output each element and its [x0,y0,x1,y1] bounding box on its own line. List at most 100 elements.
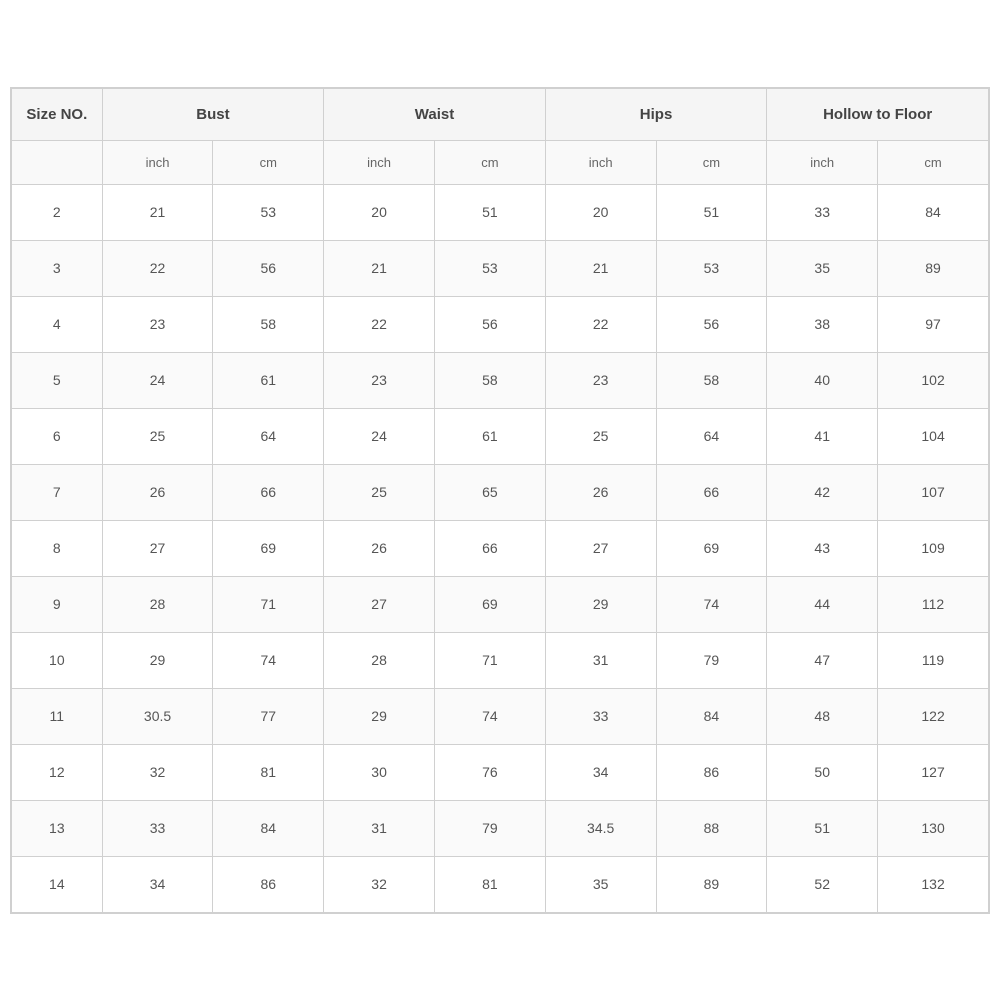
bust-inch-cell: 23 [102,296,213,352]
hips-cm-cell: 66 [656,464,767,520]
table-row: 625642461256441104 [12,408,989,464]
hips-cm-cell: 51 [656,184,767,240]
size-cell: 5 [12,352,103,408]
waist-inch-cell: 29 [324,688,435,744]
htf-cm-cell: 112 [878,576,989,632]
bust-inch-cell: 33 [102,800,213,856]
htf-cm-sub: cm [878,140,989,184]
bust-cm-cell: 71 [213,576,324,632]
size-cell: 10 [12,632,103,688]
hips-cm-cell: 53 [656,240,767,296]
htf-cm-cell: 122 [878,688,989,744]
hips-cm-cell: 74 [656,576,767,632]
waist-cm-cell: 53 [434,240,545,296]
waist-cm-cell: 79 [434,800,545,856]
bust-cm-cell: 69 [213,520,324,576]
main-header-row: Size NO. Bust Waist Hips Hollow to Floor [12,88,989,140]
bust-inch-cell: 27 [102,520,213,576]
size-cell: 9 [12,576,103,632]
htf-cm-cell: 132 [878,856,989,912]
waist-inch-cell: 30 [324,744,435,800]
hips-inch-cell: 27 [545,520,656,576]
waist-inch-cell: 24 [324,408,435,464]
waist-inch-sub: inch [324,140,435,184]
bust-inch-cell: 28 [102,576,213,632]
size-no-header: Size NO. [12,88,103,140]
htf-inch-cell: 48 [767,688,878,744]
waist-inch-cell: 25 [324,464,435,520]
bust-header: Bust [102,88,324,140]
size-cell: 11 [12,688,103,744]
htf-inch-cell: 51 [767,800,878,856]
waist-inch-cell: 26 [324,520,435,576]
hips-cm-sub: cm [656,140,767,184]
bust-inch-cell: 21 [102,184,213,240]
table-row: 1434863281358952132 [12,856,989,912]
bust-cm-cell: 84 [213,800,324,856]
bust-inch-cell: 34 [102,856,213,912]
bust-cm-cell: 58 [213,296,324,352]
htf-cm-cell: 102 [878,352,989,408]
htf-cm-cell: 97 [878,296,989,352]
size-cell: 4 [12,296,103,352]
htf-cm-cell: 107 [878,464,989,520]
hips-cm-cell: 89 [656,856,767,912]
hips-header: Hips [545,88,767,140]
waist-cm-cell: 69 [434,576,545,632]
waist-header: Waist [324,88,546,140]
htf-inch-cell: 35 [767,240,878,296]
htf-cm-cell: 119 [878,632,989,688]
table-row: 524612358235840102 [12,352,989,408]
waist-cm-sub: cm [434,140,545,184]
htf-inch-cell: 40 [767,352,878,408]
waist-cm-cell: 56 [434,296,545,352]
size-cell: 6 [12,408,103,464]
hips-cm-cell: 84 [656,688,767,744]
hips-inch-cell: 33 [545,688,656,744]
hips-cm-cell: 86 [656,744,767,800]
waist-inch-cell: 28 [324,632,435,688]
waist-cm-cell: 51 [434,184,545,240]
htf-cm-cell: 84 [878,184,989,240]
table-row: 1029742871317947119 [12,632,989,688]
table-row: 827692666276943109 [12,520,989,576]
htf-inch-cell: 33 [767,184,878,240]
bust-inch-cell: 22 [102,240,213,296]
table-row: 32256215321533589 [12,240,989,296]
waist-cm-cell: 66 [434,520,545,576]
hips-cm-cell: 79 [656,632,767,688]
size-cell: 12 [12,744,103,800]
bust-inch-sub: inch [102,140,213,184]
bust-inch-cell: 26 [102,464,213,520]
htf-inch-sub: inch [767,140,878,184]
waist-cm-cell: 71 [434,632,545,688]
hips-cm-cell: 58 [656,352,767,408]
hips-inch-cell: 22 [545,296,656,352]
waist-inch-cell: 22 [324,296,435,352]
sub-header-row: inch cm inch cm inch cm inch cm [12,140,989,184]
bust-cm-cell: 77 [213,688,324,744]
htf-cm-cell: 89 [878,240,989,296]
bust-cm-cell: 81 [213,744,324,800]
size-chart-table: Size NO. Bust Waist Hips Hollow to Floor… [11,88,989,913]
table-row: 1130.5772974338448122 [12,688,989,744]
waist-cm-cell: 58 [434,352,545,408]
size-cell: 8 [12,520,103,576]
bust-cm-cell: 53 [213,184,324,240]
bust-cm-cell: 56 [213,240,324,296]
hips-cm-cell: 88 [656,800,767,856]
size-no-sub [12,140,103,184]
size-cell: 13 [12,800,103,856]
bust-inch-cell: 29 [102,632,213,688]
hips-inch-cell: 29 [545,576,656,632]
bust-inch-cell: 25 [102,408,213,464]
waist-inch-cell: 32 [324,856,435,912]
table-row: 928712769297444112 [12,576,989,632]
waist-inch-cell: 23 [324,352,435,408]
htf-inch-cell: 41 [767,408,878,464]
hips-inch-cell: 26 [545,464,656,520]
htf-inch-cell: 52 [767,856,878,912]
htf-inch-cell: 50 [767,744,878,800]
hips-inch-sub: inch [545,140,656,184]
hips-cm-cell: 56 [656,296,767,352]
